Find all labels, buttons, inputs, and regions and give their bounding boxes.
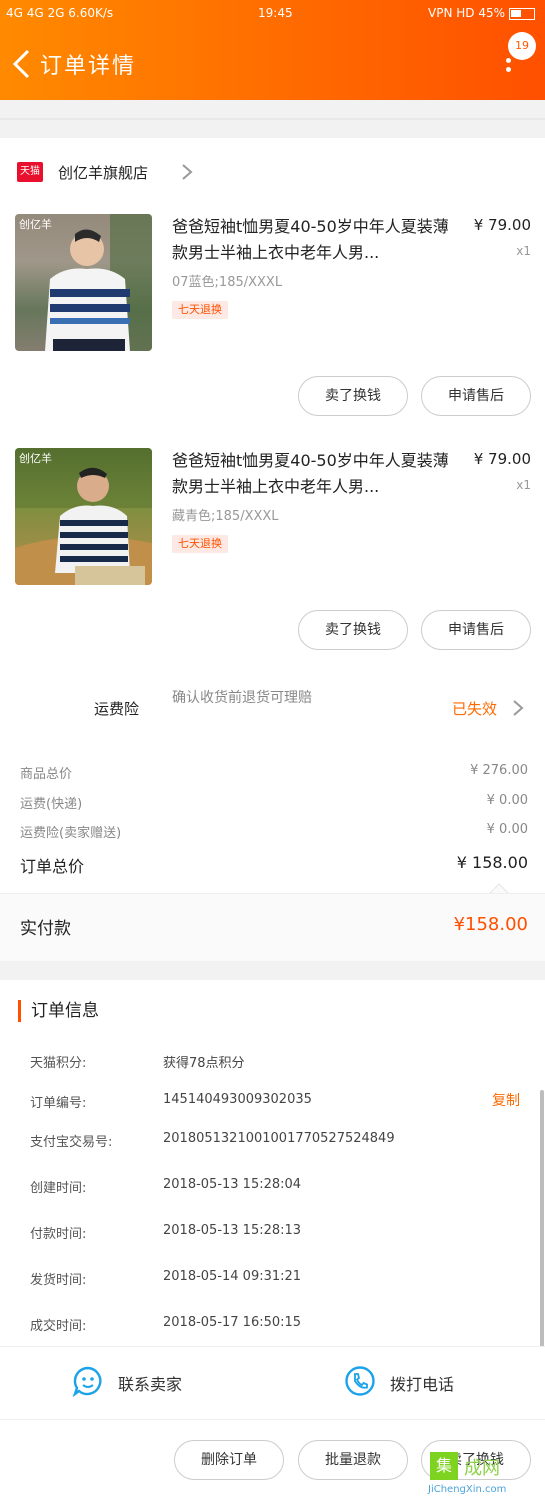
thumbnail-brand-logo: 创亿羊 [19, 218, 52, 231]
product-item[interactable]: 创亿羊 爸爸短袖t恤男夏40-50岁中年人夏装薄款男士半袖上衣中老年人男... … [0, 214, 545, 444]
summary-value: ¥ 0.00 [486, 793, 528, 808]
info-value: 2018-05-13 15:28:13 [163, 1223, 302, 1238]
info-value: 获得78点积分 [163, 1056, 245, 1071]
info-label: 成交时间: [30, 1319, 87, 1334]
status-right: VPN HD 45% [428, 6, 535, 20]
apply-after-sale-button[interactable]: 申请售后 [421, 610, 531, 650]
product-price: ¥ 79.00 [473, 216, 531, 234]
call-phone-label: 拨打电话 [390, 1375, 455, 1394]
divider [0, 118, 545, 120]
order-total-value: ¥ 158.00 [456, 853, 528, 872]
message-badge: 19 [508, 32, 536, 60]
status-network: 4G 4G 2G 6.60K/s [6, 6, 114, 20]
more-dots-icon [506, 58, 512, 78]
chevron-right-icon [513, 700, 524, 716]
info-row-created: 创建时间: 2018-05-13 15:28:04 [0, 1175, 545, 1197]
product-item[interactable]: 创亿羊 爸爸短袖t恤男夏40-50岁中年人夏装薄款男士半袖上衣中老年人男... … [0, 448, 545, 678]
info-label: 付款时间: [30, 1227, 87, 1242]
product-quantity: x1 [516, 478, 531, 492]
thumbnail-brand-logo: 创亿羊 [19, 452, 52, 465]
status-indicators: VPN HD 45% [428, 6, 505, 20]
insurance-status: 已失效 [452, 700, 498, 718]
sell-for-cash-button[interactable]: 卖了换钱 [298, 376, 408, 416]
product-sku: 07蓝色;185/XXXL [172, 275, 283, 290]
info-row-paid: 付款时间: 2018-05-13 15:28:13 [0, 1221, 545, 1243]
app-header: 4G 4G 2G 6.60K/s 19:45 VPN HD 45% 订单详情 1… [0, 0, 545, 100]
return-policy-tag: 七天退换 [172, 301, 228, 319]
info-row-order-number: 订单编号: 145140493009302035 复制 [0, 1090, 545, 1112]
actual-payment-value: ¥158.00 [453, 914, 528, 935]
info-row-completed: 成交时间: 2018-05-17 16:50:15 [0, 1313, 545, 1335]
product-thumbnail[interactable]: 创亿羊 [15, 214, 152, 351]
actual-payment-label: 实付款 [20, 919, 71, 939]
sell-for-cash-button[interactable]: 卖了换钱 [298, 610, 408, 650]
summary-value: ¥ 276.00 [470, 763, 528, 778]
summary-row: 运费(快递) ¥ 0.00 [0, 790, 545, 814]
info-label: 发货时间: [30, 1273, 87, 1288]
order-info-card [0, 980, 545, 1346]
product-photo-shirt-striped [15, 214, 152, 351]
call-phone-button[interactable]: 拨打电话 [344, 1365, 484, 1399]
summary-label: 运费(快递) [20, 797, 83, 812]
more-menu-button[interactable]: 19 [496, 30, 540, 82]
contact-seller-button[interactable]: 联系卖家 [72, 1365, 212, 1399]
chat-bubble-icon [72, 1366, 102, 1397]
info-value: 2018-05-17 16:50:15 [163, 1315, 302, 1330]
delete-order-button[interactable]: 删除订单 [174, 1440, 284, 1480]
contact-bar: 联系卖家 拨打电话 [0, 1346, 545, 1420]
contact-seller-label: 联系卖家 [118, 1375, 183, 1394]
product-quantity: x1 [516, 244, 531, 258]
info-label: 天猫积分: [30, 1056, 87, 1071]
product-sku: 藏青色;185/XXXL [172, 509, 279, 524]
info-label: 订单编号: [30, 1096, 87, 1111]
info-row-alipay-number: 支付宝交易号: 2018051321001001770527524849 [0, 1129, 545, 1151]
watermark: 集 成网 JiChengXin.com [428, 1450, 545, 1500]
order-info-title: 订单信息 [18, 1000, 99, 1022]
back-arrow-icon[interactable] [10, 48, 34, 80]
shipping-insurance-row[interactable]: 运费险 确认收货前退货可理赔 已失效 [0, 680, 545, 740]
chevron-right-icon [182, 164, 193, 180]
product-thumbnail[interactable]: 创亿羊 [15, 448, 152, 585]
batch-refund-button[interactable]: 批量退款 [298, 1440, 408, 1480]
info-label: 支付宝交易号: [30, 1135, 113, 1150]
product-photo-shirt-navy-stripe [15, 448, 152, 585]
return-policy-tag: 七天退换 [172, 535, 228, 553]
apply-after-sale-button[interactable]: 申请售后 [421, 376, 531, 416]
watermark-mark: 集 [430, 1452, 458, 1480]
product-title[interactable]: 爸爸短袖t恤男夏40-50岁中年人夏装薄款男士半袖上衣中老年人男... [172, 448, 462, 500]
shop-name: 创亿羊旗舰店 [58, 164, 149, 182]
info-row-points: 天猫积分: 获得78点积分 [0, 1050, 545, 1072]
copy-button[interactable]: 复制 [492, 1090, 520, 1110]
summary-value: ¥ 0.00 [486, 822, 528, 837]
status-bar: 4G 4G 2G 6.60K/s 19:45 VPN HD 45% [0, 6, 545, 22]
product-price: ¥ 79.00 [473, 450, 531, 468]
watermark-text: 成网 [464, 1458, 500, 1479]
insurance-label: 运费险 [94, 700, 140, 718]
battery-icon [509, 7, 535, 20]
summary-label: 运费险(卖家赠送) [20, 826, 122, 841]
info-value: 2018-05-14 09:31:21 [163, 1269, 302, 1284]
insurance-description: 确认收货前退货可理赔 [172, 690, 312, 706]
shop-row[interactable]: 天猫 创亿羊旗舰店 [0, 150, 545, 194]
page-title: 订单详情 [40, 54, 137, 79]
actual-payment-row: 实付款 ¥158.00 [0, 893, 545, 961]
info-value: 2018051321001001770527524849 [163, 1131, 395, 1146]
summary-label: 商品总价 [20, 767, 73, 782]
status-time: 19:45 [258, 6, 293, 20]
summary-row: 商品总价 ¥ 276.00 [0, 760, 545, 784]
order-total-label: 订单总价 [20, 857, 85, 876]
info-value: 2018-05-13 15:28:04 [163, 1177, 302, 1192]
product-title[interactable]: 爸爸短袖t恤男夏40-50岁中年人夏装薄款男士半袖上衣中老年人男... [172, 214, 462, 266]
info-row-shipped: 发货时间: 2018-05-14 09:31:21 [0, 1267, 545, 1289]
info-value[interactable]: 145140493009302035 [163, 1092, 312, 1107]
tmall-logo-icon: 天猫 [17, 162, 43, 182]
order-total-row: 订单总价 ¥ 158.00 [0, 850, 545, 878]
watermark-url: JiChengXin.com [428, 1484, 507, 1495]
summary-row: 运费险(卖家赠送) ¥ 0.00 [0, 819, 545, 843]
phone-icon [345, 1366, 375, 1396]
info-label: 创建时间: [30, 1181, 87, 1196]
